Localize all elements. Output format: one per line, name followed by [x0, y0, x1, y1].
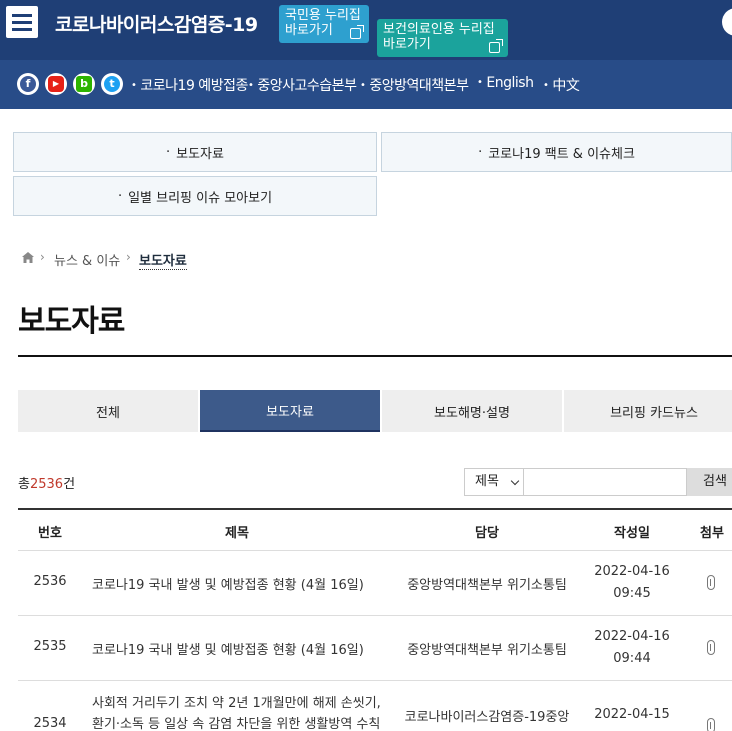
row-date: 2022-04-16 09:44 — [582, 626, 682, 670]
search-button[interactable]: 검색 — [687, 468, 732, 496]
shortcut-daily-briefing[interactable]: 일별 브리핑 이슈 모아보기 — [13, 176, 377, 216]
tab-label: 브리핑 카드뉴스 — [610, 405, 698, 421]
external-link-icon — [489, 39, 503, 53]
shortcut-label: 코로나19 팩트 & 이슈체크 — [488, 146, 635, 162]
external-link-icon — [350, 25, 364, 39]
site-title[interactable]: 코로나바이러스감염증-19 — [55, 10, 258, 37]
row-date-day: 2022-04-16 — [594, 564, 670, 579]
home-icon[interactable] — [22, 252, 34, 263]
youtube-icon[interactable]: ▶ — [45, 73, 67, 95]
row-date-time: 09:44 — [613, 651, 651, 666]
column-header-title: 제목 — [225, 526, 249, 541]
tab-label: 보도해명·설명 — [434, 405, 510, 421]
breadcrumb-current: 보도자료 — [139, 250, 187, 270]
youtube-glyph: ▶ — [48, 76, 64, 92]
twitter-icon[interactable]: t — [101, 73, 123, 95]
row-date-day: 2022-04-15 — [594, 707, 670, 722]
blog-icon[interactable]: b — [73, 73, 95, 95]
paperclip-icon[interactable] — [707, 575, 715, 590]
facebook-glyph: f — [20, 76, 36, 92]
row-dept: 코로나바이러스감염증-19중앙 — [404, 710, 570, 725]
menu-button[interactable] — [6, 6, 38, 38]
column-header-no: 번호 — [38, 526, 62, 541]
sub-navigation: f ▶ b t 코로나19 예방접종 중앙사고수습본부 중앙방역대책본부 Eng… — [0, 60, 732, 109]
top-header: 코로나바이러스감염증-19 국민용 누리집 바로가기 보건의료인용 누리집 바로… — [0, 0, 732, 60]
row-title-link[interactable]: 사회적 거리두기 조치 약 2년 1개월만에 해제 손씻기, 환기·소독 등 일… — [92, 693, 392, 731]
column-header-date: 작성일 — [614, 526, 650, 541]
blog-glyph: b — [76, 76, 92, 92]
medical-site-link-button[interactable]: 보건의료인용 누리집 바로가기 — [377, 19, 508, 57]
breadcrumb-news[interactable]: 뉴스 & 이슈 — [54, 250, 120, 269]
nav-link-kdca-hq[interactable]: 중앙방역대책본부 — [360, 75, 469, 95]
tab-press-release[interactable]: 보도자료 — [200, 390, 380, 432]
row-number: 2534 — [33, 716, 67, 731]
row-dept: 중앙방역대책본부 위기소통팀 — [407, 578, 567, 593]
twitter-glyph: t — [104, 76, 120, 92]
column-header-dept: 담당 — [475, 526, 499, 541]
tab-all[interactable]: 전체 — [18, 390, 198, 432]
row-number: 2535 — [33, 639, 67, 654]
nav-link-english[interactable]: English — [477, 75, 534, 91]
row-date: 2022-04-16 09:45 — [582, 561, 682, 605]
menu-bar-icon — [12, 21, 32, 24]
row-divider — [18, 550, 732, 551]
shortcut-press-release[interactable]: 보도자료 — [13, 132, 377, 172]
title-divider — [18, 355, 732, 357]
page-title: 보도자료 — [18, 304, 125, 339]
table-top-border — [18, 508, 732, 510]
row-title-link[interactable]: 코로나19 국내 발생 및 예방접종 현황 (4월 16일) — [92, 639, 382, 658]
shortcut-label: 보도자료 — [176, 146, 224, 162]
total-prefix: 총 — [18, 477, 30, 492]
shortcut-fact-check[interactable]: 코로나19 팩트 & 이슈체크 — [381, 132, 732, 172]
nav-link-chinese[interactable]: 中文 — [543, 75, 580, 95]
chevron-right-icon: › — [126, 250, 131, 264]
menu-bar-icon — [12, 14, 32, 17]
search-toggle-icon[interactable] — [722, 8, 732, 36]
row-dept: 중앙방역대책본부 위기소통팀 — [407, 643, 567, 658]
nav-link-vaccination[interactable]: 코로나19 예방접종 — [131, 75, 248, 95]
tab-clarification[interactable]: 보도해명·설명 — [382, 390, 562, 432]
total-suffix: 건 — [63, 477, 76, 492]
search-field-value: 제목 — [475, 474, 499, 489]
chevron-down-icon — [510, 476, 520, 486]
row-title-link[interactable]: 코로나19 국내 발생 및 예방접종 현황 (4월 16일) — [92, 574, 382, 593]
tab-label: 전체 — [96, 405, 120, 421]
row-divider — [18, 615, 732, 616]
paperclip-icon[interactable] — [707, 640, 715, 655]
row-divider — [18, 680, 732, 681]
nav-link-central-disaster[interactable]: 중앙사고수습본부 — [248, 75, 357, 95]
row-date-time: 09:45 — [613, 586, 651, 601]
public-site-link-button[interactable]: 국민용 누리집 바로가기 — [279, 5, 369, 43]
tab-card-news[interactable]: 브리핑 카드뉴스 — [564, 390, 732, 432]
paperclip-icon[interactable] — [707, 718, 715, 731]
row-number: 2536 — [33, 574, 67, 589]
search-field-select[interactable]: 제목 — [464, 468, 524, 496]
total-number: 2536 — [29, 477, 64, 492]
search-input[interactable] — [524, 468, 687, 496]
total-count: 총2536건 — [18, 473, 75, 492]
row-date: 2022-04-15 — [582, 704, 682, 726]
tab-label: 보도자료 — [266, 404, 314, 420]
row-date-day: 2022-04-16 — [594, 629, 670, 644]
shortcut-label: 일별 브리핑 이슈 모아보기 — [128, 190, 273, 206]
facebook-icon[interactable]: f — [17, 73, 39, 95]
menu-bar-icon — [12, 28, 32, 31]
column-header-attach: 첨부 — [700, 526, 724, 541]
medical-site-link-label: 보건의료인용 누리집 바로가기 — [383, 22, 495, 52]
chevron-right-icon: › — [40, 250, 45, 264]
